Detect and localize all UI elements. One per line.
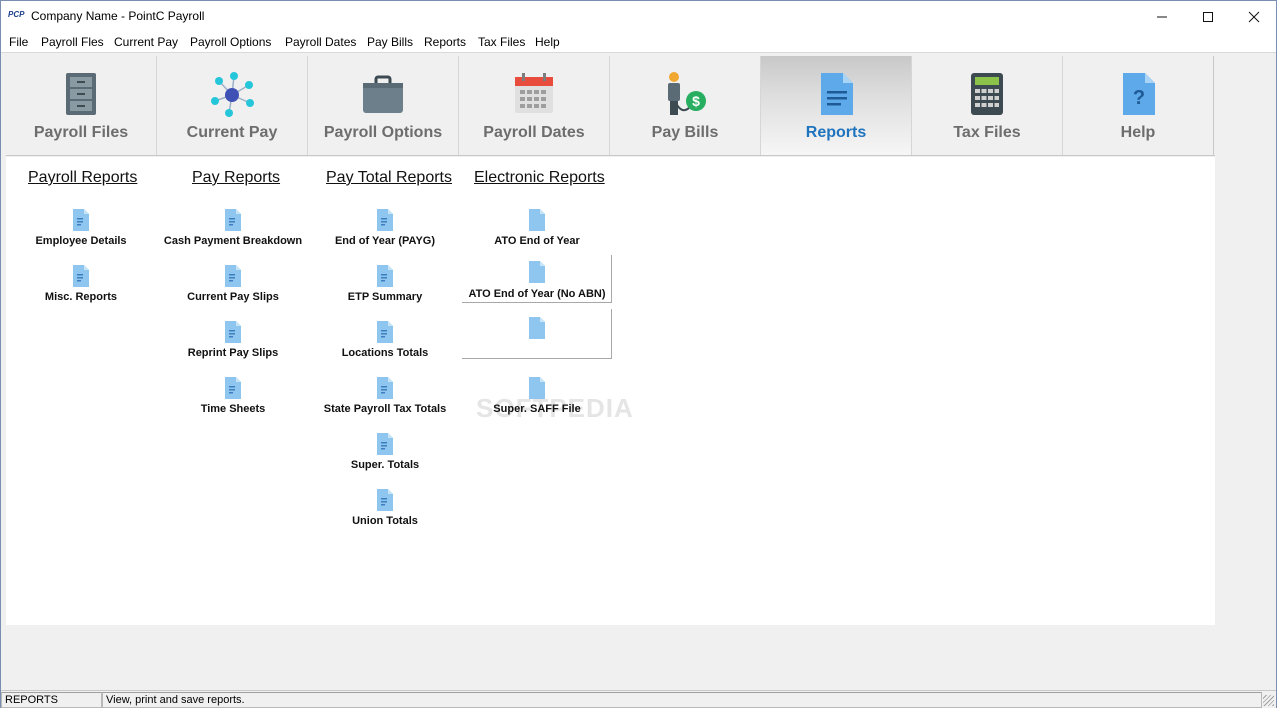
document-icon [821, 73, 853, 115]
pay-total-reports-header: Pay Total Reports [326, 169, 452, 186]
report-cash-payment-breakdown[interactable]: Cash Payment Breakdown [158, 205, 308, 255]
title-bar: PCP Company Name - PointC Payroll [1, 1, 1276, 32]
report-reprint-pay-slips[interactable]: Reprint Pay Slips [158, 317, 308, 367]
menu-pay-bills[interactable]: Pay Bills [367, 35, 413, 49]
tab-label: Reports [805, 124, 867, 141]
document-icon [377, 489, 393, 511]
tab-current-pay[interactable]: Current Pay [157, 56, 308, 155]
document-icon [225, 209, 241, 231]
tab-payroll-files[interactable]: Payroll Files [6, 56, 157, 155]
tab-label: Tax Files [953, 124, 1021, 141]
document-icon [377, 209, 393, 231]
minimize-button[interactable] [1139, 1, 1185, 32]
app-window: PCP Company Name - PointC Payroll File P… [0, 0, 1277, 708]
document-icon [529, 377, 545, 399]
menu-tax-files[interactable]: Tax Files [478, 35, 525, 49]
payroll-reports-header: Payroll Reports [28, 169, 138, 186]
window-title: Company Name - PointC Payroll [31, 9, 205, 23]
calendar-icon [515, 73, 553, 113]
report-misc-reports[interactable]: Misc. Reports [6, 261, 156, 311]
report-ato-end-of-year[interactable]: ATO End of Year [462, 205, 612, 255]
report-locations-totals[interactable]: Locations Totals [310, 317, 460, 367]
tab-label: Current Pay [186, 124, 278, 141]
document-icon [225, 377, 241, 399]
report-label: Super. Totals [350, 459, 420, 471]
status-bar: REPORTS View, print and save reports. [1, 690, 1276, 708]
svg-text:?: ? [1133, 87, 1145, 109]
report-union-totals[interactable]: Union Totals [310, 485, 460, 535]
close-icon [1248, 11, 1260, 22]
document-icon [377, 265, 393, 287]
document-icon [73, 209, 89, 231]
report-state-payroll-tax-totals[interactable]: State Payroll Tax Totals [310, 373, 460, 423]
svg-text:$: $ [692, 93, 700, 109]
report-etp-summary[interactable]: ETP Summary [310, 261, 460, 311]
document-icon [73, 265, 89, 287]
calculator-icon [971, 73, 1003, 115]
menu-payroll-dates[interactable]: Payroll Dates [285, 35, 356, 49]
briefcase-icon [363, 75, 403, 113]
report-label: ATO End of Year [494, 235, 580, 247]
report-employee-details[interactable]: Employee Details [6, 205, 156, 255]
status-section: REPORTS [1, 692, 102, 708]
menu-help[interactable]: Help [535, 35, 560, 49]
close-button[interactable] [1231, 1, 1277, 32]
tab-pay-bills[interactable]: $ Pay Bills [610, 56, 761, 155]
menu-current-pay[interactable]: Current Pay [114, 35, 178, 49]
report-super-totals[interactable]: Super. Totals [310, 429, 460, 479]
tab-label: Help [1120, 124, 1156, 141]
report-current-pay-slips[interactable]: Current Pay Slips [158, 261, 308, 311]
minimize-icon [1157, 16, 1167, 17]
document-icon [529, 209, 545, 231]
document-icon [377, 377, 393, 399]
document-icon [529, 317, 545, 339]
document-icon [225, 265, 241, 287]
report-label: ATO End of Year (No ABN) [468, 288, 606, 300]
tab-label: Payroll Options [323, 124, 443, 141]
report-label: Super. SAFF File [493, 403, 581, 415]
person-dollar-icon: $ [668, 72, 706, 115]
maximize-icon [1203, 11, 1213, 22]
electronic-reports-header: Electronic Reports [474, 169, 605, 186]
menu-bar: File Payroll Fles Current Pay Payroll Op… [1, 32, 1276, 53]
report-ato-end-of-year-no-abn[interactable]: ATO End of Year (No ABN) [462, 255, 612, 303]
main-toolbar: Payroll Files Current Pay Payroll Option… [6, 56, 1215, 156]
document-icon [377, 321, 393, 343]
pay-reports-header: Pay Reports [192, 169, 281, 186]
tab-label: Payroll Dates [483, 124, 585, 141]
help-document-icon: ? [1123, 73, 1155, 115]
tab-help[interactable]: ? Help [1063, 56, 1214, 155]
report-label: Locations Totals [341, 347, 429, 359]
network-nodes-icon [211, 72, 254, 117]
tab-payroll-dates[interactable]: Payroll Dates [459, 56, 610, 155]
document-icon [225, 321, 241, 343]
app-logo-icon: PCP [8, 10, 25, 19]
tab-label: Payroll Files [33, 124, 129, 141]
reports-panel: SOFTPEDIA Payroll Reports Employee Detai… [6, 157, 1215, 625]
report-time-sheets[interactable]: Time Sheets [158, 373, 308, 423]
tab-payroll-options[interactable]: Payroll Options [308, 56, 459, 155]
menu-payroll-files[interactable]: Payroll Fles [41, 35, 104, 49]
tab-tax-files[interactable]: Tax Files [912, 56, 1063, 155]
filing-cabinet-icon [66, 73, 96, 115]
menu-file[interactable]: File [9, 35, 28, 49]
document-icon [377, 433, 393, 455]
report-end-of-year-payg[interactable]: End of Year (PAYG) [310, 205, 460, 255]
menu-payroll-options[interactable]: Payroll Options [190, 35, 271, 49]
resize-grip-icon[interactable] [1263, 695, 1274, 706]
report-unnamed[interactable] [462, 309, 612, 359]
document-icon [529, 261, 545, 283]
menu-reports[interactable]: Reports [424, 35, 466, 49]
report-super-saff-file[interactable]: Super. SAFF File [462, 373, 612, 423]
status-message: View, print and save reports. [102, 692, 1262, 708]
maximize-button[interactable] [1185, 1, 1231, 32]
tab-label: Pay Bills [651, 124, 719, 141]
report-label: Union Totals [352, 515, 418, 527]
tab-reports[interactable]: Reports [761, 56, 912, 155]
